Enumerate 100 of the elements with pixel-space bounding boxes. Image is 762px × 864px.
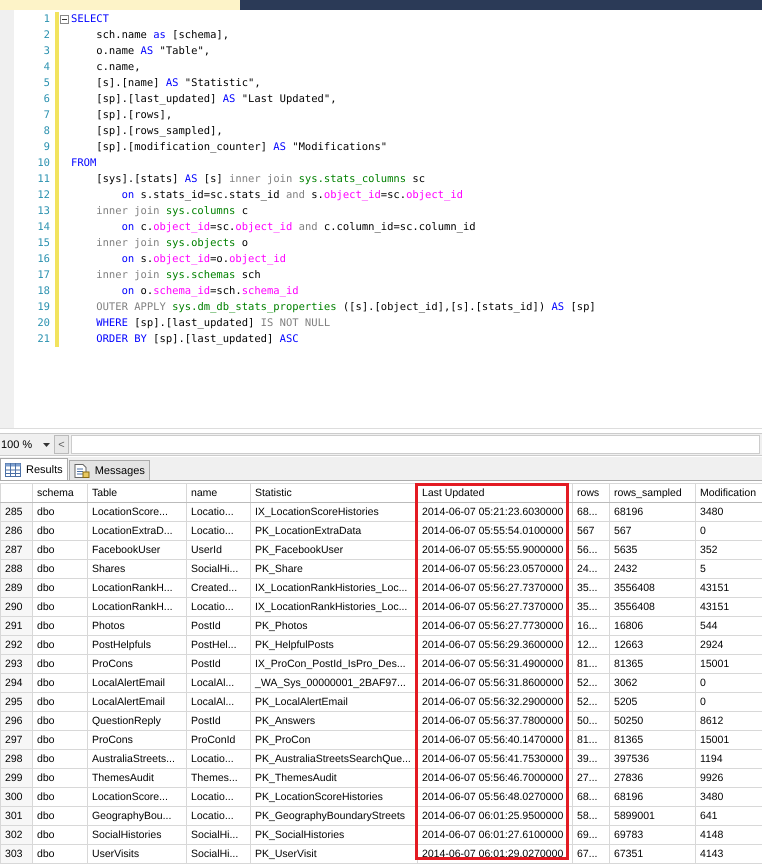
code-line: on c.object_id=sc.object_id and c.column_id=sc.column_id [120,220,476,235]
table-cell: dbo [32,844,88,864]
column-header[interactable]: Statistic [250,484,418,502]
table-cell: Locatio... [186,598,250,616]
code-line: inner join sys.schemas sch [95,268,261,283]
table-cell: 24... [572,560,610,578]
table-cell: 81365 [610,730,696,750]
table-cell: Locatio... [186,502,250,522]
line-number: 11 [36,172,50,187]
code-line: [sys].[stats] AS [s] inner join sys.stats_columns sc [95,172,426,187]
table-cell: 35... [572,578,610,598]
row-number: 289 [0,578,32,598]
column-header[interactable]: rows_sampled [610,484,696,502]
line-number: 10 [36,156,50,171]
dropdown-arrow-icon [43,442,50,446]
row-number: 298 [0,750,32,768]
row-number: 286 [0,522,32,540]
table-cell: 69... [572,826,610,844]
row-number: 300 [0,788,32,806]
row-number: 293 [0,654,32,674]
table-cell: 52... [572,692,610,712]
result-tab[interactable]: Results [0,458,68,480]
table-cell: 2014-06-07 05:55:55.9000000 [418,540,572,560]
table-cell: Themes... [186,768,250,788]
table-cell: SocialHistories [88,826,186,844]
collapse-icon[interactable] [60,14,69,24]
column-header[interactable]: Modification [696,484,762,502]
table-cell: 52... [572,674,610,692]
line-number: 9 [42,140,50,155]
table-cell: 2014-06-07 05:56:32.2900000 [418,692,572,712]
table-cell: Created... [186,578,250,598]
table-cell: LocationScore... [88,788,186,806]
table-cell: 5635 [610,540,696,560]
table-cell: dbo [32,636,88,654]
table-cell: 39... [572,750,610,768]
table-cell: 16... [572,616,610,636]
table-cell: PostId [186,654,250,674]
table-cell: SocialHi... [186,560,250,578]
table-cell: dbo [32,578,88,598]
document-tab[interactable] [0,0,240,10]
column-header[interactable]: name [186,484,250,502]
line-number: 13 [36,204,50,219]
row-number: 290 [0,598,32,616]
line-number: 7 [42,108,50,123]
table-cell: 12663 [610,636,696,654]
table-cell: 2014-06-07 05:56:27.7730000 [418,616,572,636]
column-header[interactable]: schema [32,484,88,502]
code-line: [sp].[rows_sampled], [95,124,223,139]
row-number: 295 [0,692,32,712]
code-line: [s].[name] AS "Statistic", [95,76,261,91]
column-header[interactable]: Table [88,484,186,502]
line-number: 4 [42,60,50,75]
table-cell: dbo [32,654,88,674]
table-cell: 3556408 [610,598,696,616]
grid-icon [5,462,21,476]
row-number: 297 [0,730,32,750]
table-cell: 50250 [610,712,696,730]
line-number: 18 [36,284,50,299]
table-cell: 2432 [610,560,696,578]
line-number: 15 [36,236,50,251]
table-cell: dbo [32,712,88,730]
table-cell: dbo [32,750,88,768]
scroll-left-button[interactable]: < [54,435,69,454]
table-cell: QuestionReply [88,712,186,730]
code-line: o.name AS "Table", [95,44,210,59]
table-cell: 2014-06-07 06:01:29.0270000 [418,844,572,864]
table-cell: dbo [32,692,88,712]
table-cell: 67351 [610,844,696,864]
column-header[interactable]: rows [572,484,610,502]
table-cell: LocalAlertEmail [88,674,186,692]
table-cell: ThemesAudit [88,768,186,788]
table-cell: 12... [572,636,610,654]
code-line: ORDER BY [sp].[last_updated] ASC [95,332,299,347]
code-line: inner join sys.columns c [95,204,248,219]
row-number: 303 [0,844,32,864]
table-cell: 2014-06-07 05:56:46.7000000 [418,768,572,788]
table-cell: LocationScore... [88,502,186,522]
table-cell: 16806 [610,616,696,636]
code-line: c.name, [95,60,141,75]
table-cell: 50... [572,712,610,730]
table-cell: 27836 [610,768,696,788]
table-cell: dbo [32,502,88,522]
code-line: FROM [71,156,96,171]
table-cell: 567 [572,522,610,540]
table-cell: UserId [186,540,250,560]
line-number: 19 [36,300,50,315]
table-cell: 5899001 [610,806,696,826]
horizontal-scrollbar[interactable] [71,435,760,454]
line-number: 16 [36,252,50,267]
table-cell: 2014-06-07 05:56:31.4900000 [418,654,572,674]
table-cell: 2014-06-07 05:56:37.7800000 [418,712,572,730]
table-cell: LocalAl... [186,692,250,712]
result-tab[interactable]: Messages [68,460,150,480]
row-number: 288 [0,560,32,578]
table-cell: ProCons [88,730,186,750]
code-line: on s.object_id=o.object_id [120,252,286,267]
table-cell: LocationExtraD... [88,522,186,540]
table-cell: 68196 [610,502,696,522]
table-cell: 68196 [610,788,696,806]
table-cell: 2014-06-07 05:56:23.0570000 [418,560,572,578]
